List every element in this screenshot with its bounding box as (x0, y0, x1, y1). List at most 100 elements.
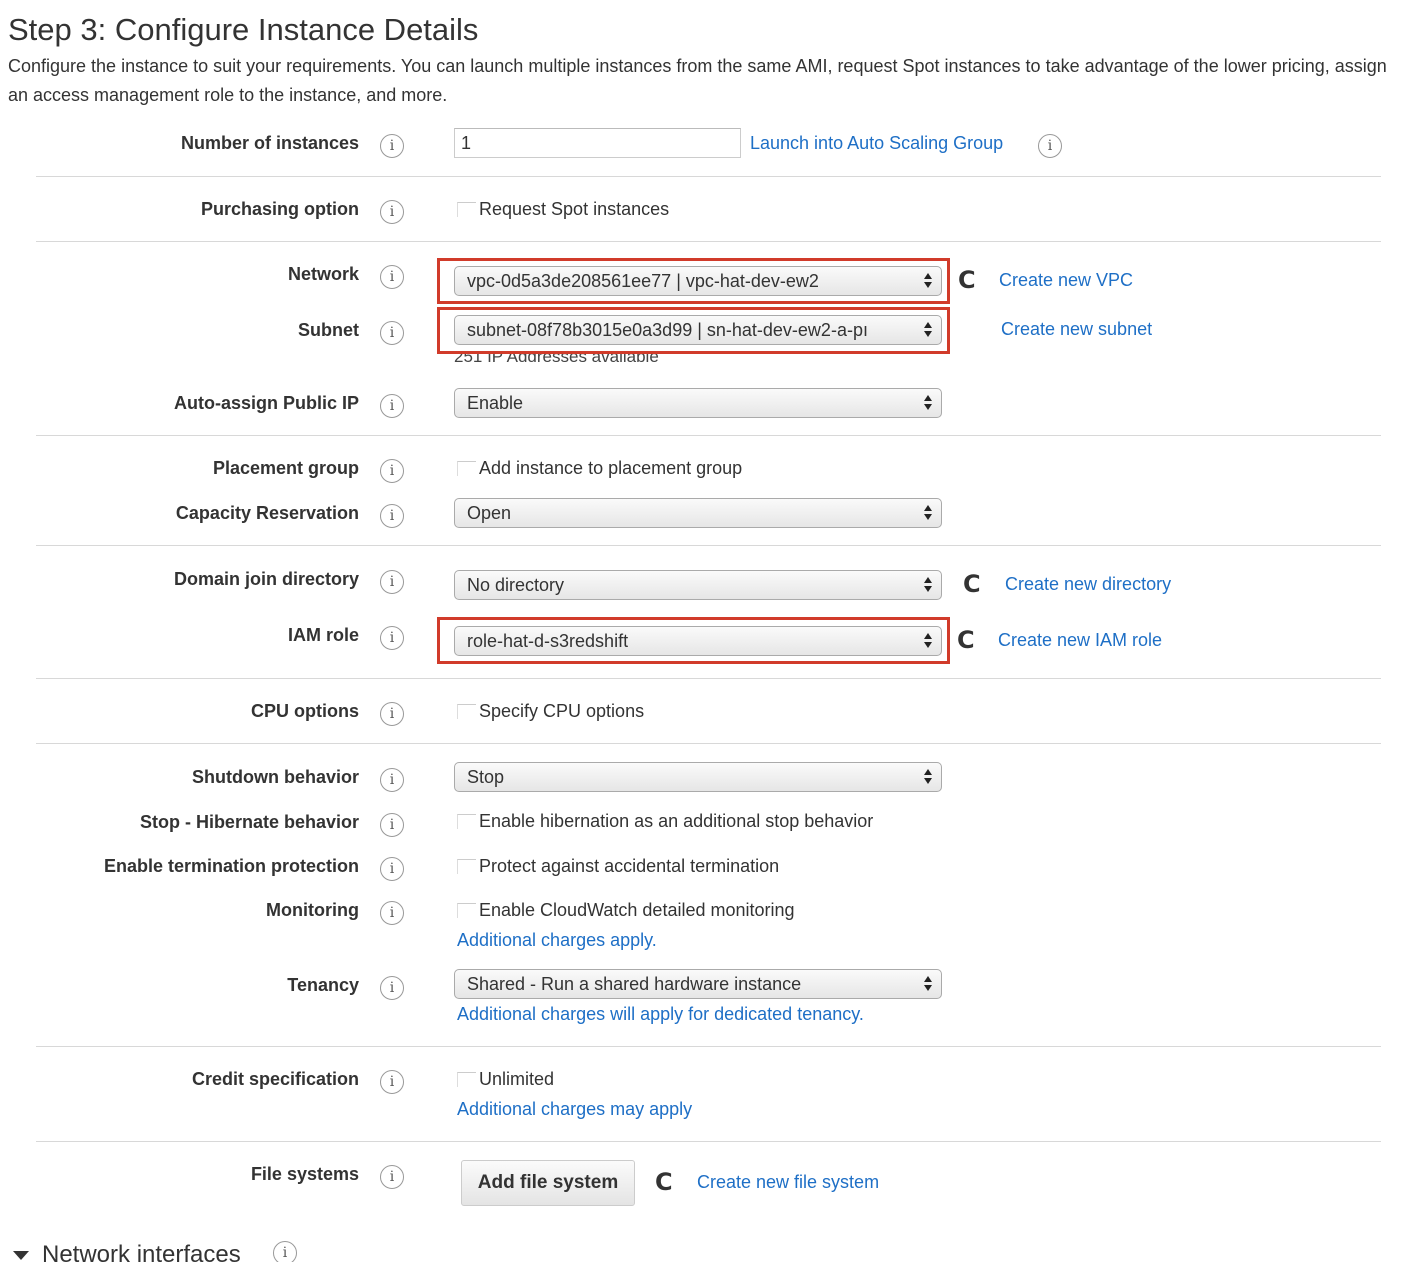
iam-role-value: role-hat-d-s3redshift (467, 631, 629, 651)
label-number-of-instances: Number of instances (180, 133, 359, 153)
refresh-icon[interactable]: C (963, 572, 981, 596)
info-icon[interactable]: i (380, 459, 404, 483)
label-termination-protection: Enable termination protection (103, 856, 359, 876)
capacity-reservation-value: Open (467, 503, 512, 523)
info-icon[interactable]: i (380, 901, 404, 925)
info-icon[interactable]: i (380, 200, 404, 224)
credit-charges-link[interactable]: Additional charges may apply (457, 1099, 692, 1120)
create-new-file-system-link[interactable]: Create new file system (697, 1172, 879, 1193)
info-icon[interactable]: i (380, 1165, 404, 1189)
info-icon[interactable]: i (380, 702, 404, 726)
label-placement-group: Placement group (212, 458, 359, 478)
select-arrows-icon (923, 273, 933, 289)
info-icon[interactable]: i (380, 134, 404, 158)
label-hibernate-behavior: Stop - Hibernate behavior (139, 812, 359, 832)
info-icon[interactable]: i (380, 813, 404, 837)
hibernation-label: Enable hibernation as an additional stop… (479, 811, 874, 831)
create-new-subnet-link[interactable]: Create new subnet (1001, 319, 1152, 340)
label-domain-join-directory: Domain join directory (173, 569, 359, 589)
info-icon[interactable]: i (380, 394, 404, 418)
label-iam-role: IAM role (287, 625, 359, 645)
monitoring-label: Enable CloudWatch detailed monitoring (479, 900, 795, 920)
shutdown-behavior-value: Stop (467, 767, 505, 787)
info-icon[interactable]: i (380, 976, 404, 1000)
label-credit-specification: Credit specification (191, 1069, 359, 1089)
monitoring-checkbox[interactable] (457, 903, 476, 918)
domain-join-directory-value: No directory (467, 575, 565, 595)
unlimited-checkbox[interactable] (457, 1072, 476, 1087)
request-spot-checkbox[interactable] (457, 202, 476, 217)
page-description: Configure the instance to suit your requ… (8, 56, 1387, 105)
select-arrows-icon (923, 976, 933, 992)
refresh-icon[interactable]: C (655, 1170, 673, 1194)
label-network: Network (287, 264, 359, 284)
divider (36, 435, 1381, 436)
label-capacity-reservation: Capacity Reservation (175, 503, 359, 523)
select-arrows-icon (923, 769, 933, 785)
add-file-system-button[interactable]: Add file system (461, 1160, 635, 1206)
tenancy-value: Shared - Run a shared hardware instance (467, 974, 802, 994)
monitoring-charges-link[interactable]: Additional charges apply. (457, 930, 657, 951)
divider (36, 743, 1381, 744)
domain-join-directory-select[interactable]: No directory (454, 570, 942, 600)
info-icon[interactable]: i (380, 1070, 404, 1094)
create-new-directory-link[interactable]: Create new directory (1005, 574, 1171, 595)
label-shutdown-behavior: Shutdown behavior (191, 767, 359, 787)
select-arrows-icon (923, 322, 933, 338)
info-icon[interactable]: i (380, 504, 404, 528)
info-icon[interactable]: i (380, 626, 404, 650)
divider (36, 545, 1381, 546)
info-icon[interactable]: i (380, 768, 404, 792)
divider (36, 1046, 1381, 1047)
info-icon[interactable]: i (380, 570, 404, 594)
info-icon[interactable]: i (380, 857, 404, 881)
shutdown-behavior-select[interactable]: Stop (454, 762, 942, 792)
iam-role-select[interactable]: role-hat-d-s3redshift (454, 626, 942, 656)
select-arrows-icon (923, 395, 933, 411)
hibernation-checkbox[interactable] (457, 814, 476, 829)
auto-assign-public-ip-value: Enable (467, 393, 524, 413)
caret-down-icon[interactable] (13, 1251, 29, 1260)
info-icon[interactable]: i (380, 265, 404, 289)
select-arrows-icon (923, 577, 933, 593)
subnet-select-value: subnet-08f78b3015e0a3d99 | sn-hat-dev-ew… (467, 320, 868, 340)
tenancy-select[interactable]: Shared - Run a shared hardware instance (454, 969, 942, 999)
network-select-value: vpc-0d5a3de208561ee77 | vpc-hat-dev-ew2 (467, 271, 819, 291)
label-tenancy: Tenancy (287, 975, 359, 995)
capacity-reservation-select[interactable]: Open (454, 498, 942, 528)
label-monitoring: Monitoring (266, 900, 359, 920)
unlimited-label: Unlimited (479, 1069, 555, 1089)
label-purchasing-option: Purchasing option (200, 199, 359, 219)
termination-protection-label: Protect against accidental termination (479, 856, 780, 876)
cpu-options-checkbox[interactable] (457, 704, 476, 719)
info-icon[interactable]: i (273, 1241, 297, 1262)
info-icon[interactable]: i (380, 321, 404, 345)
number-of-instances-input[interactable]: 1 (454, 128, 741, 158)
select-arrows-icon (923, 633, 933, 649)
placement-group-label: Add instance to placement group (479, 458, 743, 478)
select-arrows-icon (923, 505, 933, 521)
network-interfaces-heading[interactable]: Network interfaces (42, 1241, 241, 1262)
subnet-select[interactable]: subnet-08f78b3015e0a3d99 | sn-hat-dev-ew… (454, 315, 942, 345)
label-subnet: Subnet (298, 320, 359, 340)
refresh-icon[interactable]: C (958, 268, 976, 292)
create-new-vpc-link[interactable]: Create new VPC (999, 270, 1133, 291)
label-file-systems: File systems (250, 1164, 359, 1184)
auto-assign-public-ip-select[interactable]: Enable (454, 388, 942, 418)
page-title: Step 3: Configure Instance Details (8, 12, 479, 47)
placement-group-checkbox[interactable] (457, 461, 476, 476)
cpu-options-label: Specify CPU options (479, 701, 645, 721)
request-spot-label: Request Spot instances (479, 199, 670, 219)
termination-protection-checkbox[interactable] (457, 859, 476, 874)
divider (36, 241, 1381, 242)
create-new-iam-role-link[interactable]: Create new IAM role (998, 630, 1162, 651)
launch-auto-scaling-link[interactable]: Launch into Auto Scaling Group (750, 133, 1003, 154)
tenancy-charges-link[interactable]: Additional charges will apply for dedica… (457, 1004, 864, 1025)
divider (36, 176, 1381, 177)
label-cpu-options: CPU options (251, 701, 359, 721)
refresh-icon[interactable]: C (957, 628, 975, 652)
label-auto-assign-public-ip: Auto-assign Public IP (173, 393, 359, 413)
divider (36, 678, 1381, 679)
network-select[interactable]: vpc-0d5a3de208561ee77 | vpc-hat-dev-ew2 (454, 266, 942, 296)
info-icon[interactable]: i (1038, 134, 1062, 158)
